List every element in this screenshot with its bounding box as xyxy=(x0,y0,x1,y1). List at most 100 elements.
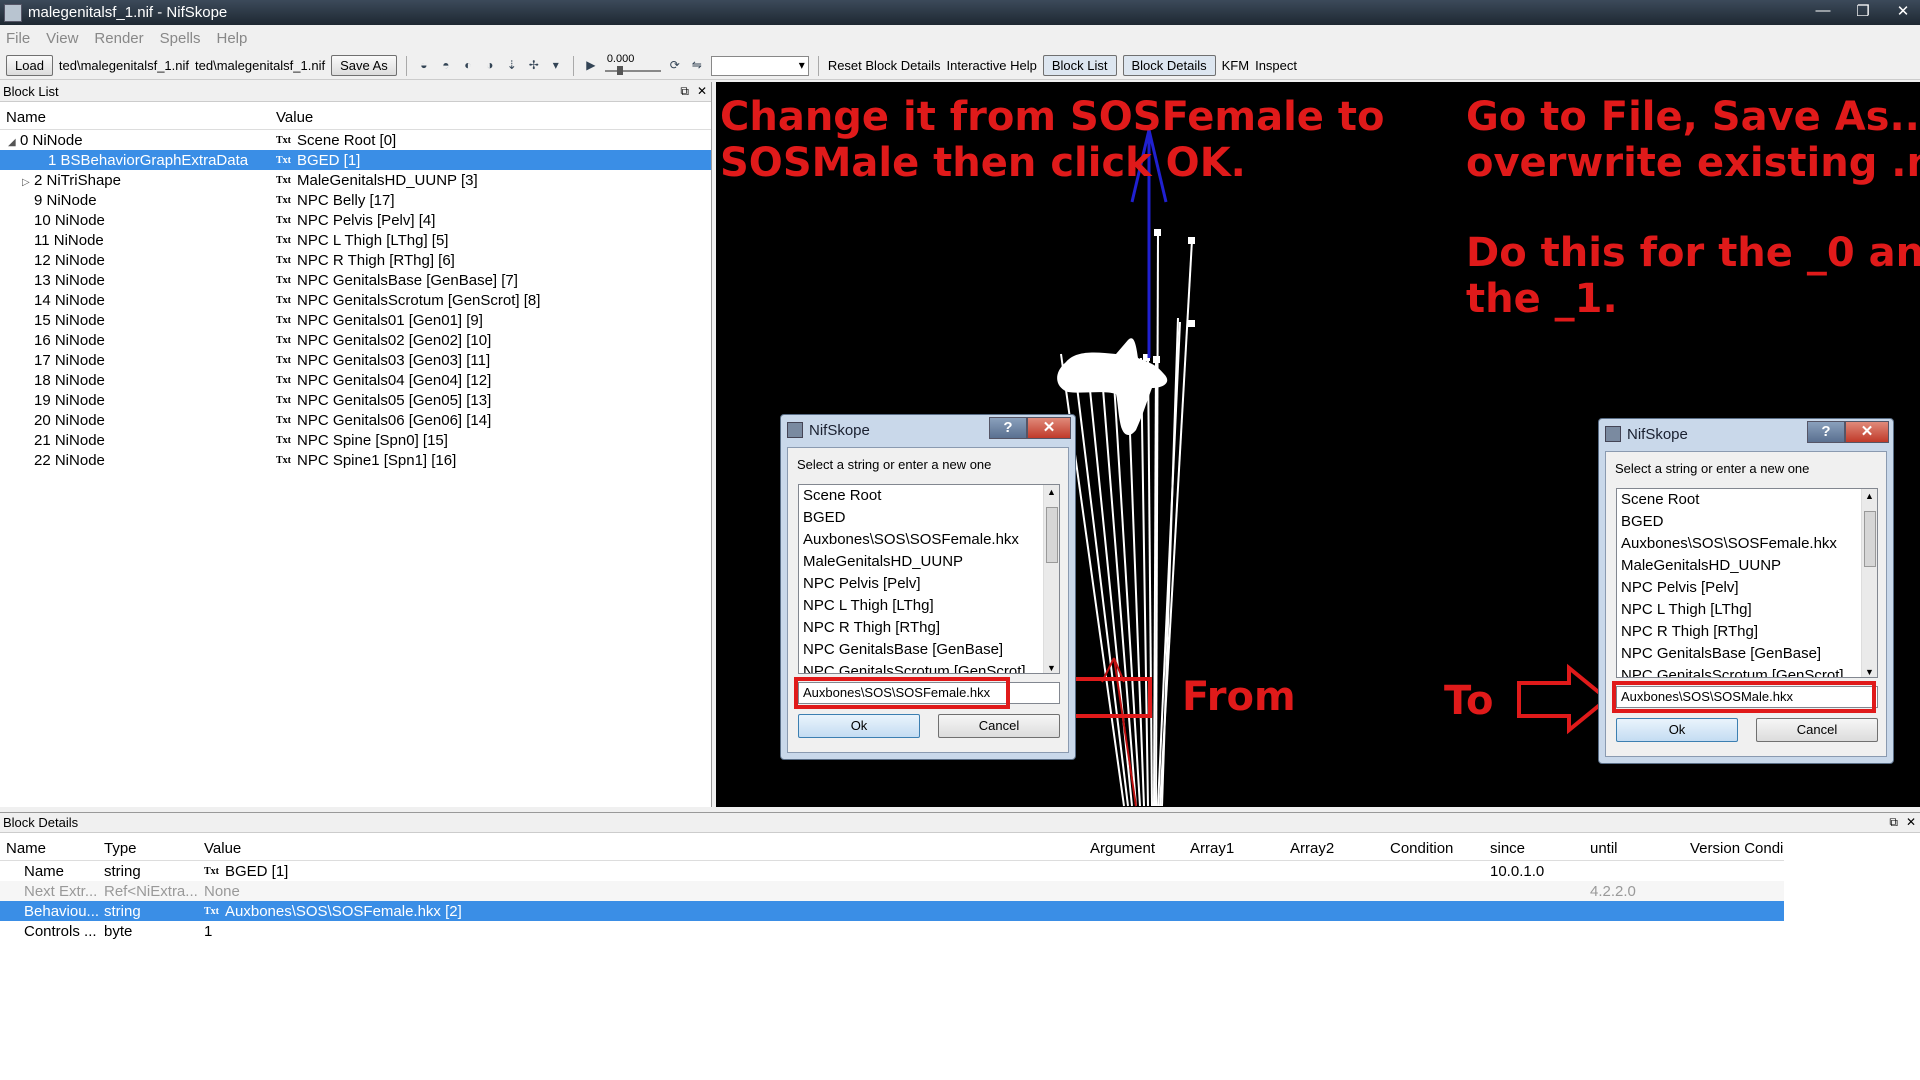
load-path-field[interactable]: ted\malegenitalsf_1.nif xyxy=(59,58,189,73)
tree-row[interactable]: 9 NiNode Txt NPC Belly [17] xyxy=(0,190,711,210)
tree-row[interactable]: 1 BSBehaviorGraphExtraData Txt BGED [1] xyxy=(0,150,711,170)
detail-value[interactable]: None xyxy=(200,883,1086,900)
save-as-button[interactable]: Save As xyxy=(331,55,397,76)
chevron-down-icon[interactable]: ▾ xyxy=(548,58,564,74)
list-item[interactable]: Scene Root xyxy=(799,485,1059,507)
column-value[interactable]: Value xyxy=(200,840,1086,857)
column-name[interactable]: Name xyxy=(0,109,276,126)
list-item[interactable]: NPC GenitalsScrotum [GenScrot] xyxy=(799,661,1059,673)
tree-row[interactable]: 14 NiNode Txt NPC GenitalsScrotum [GenScro… xyxy=(0,290,711,310)
menu-view[interactable]: View xyxy=(46,30,78,47)
kfm-button[interactable]: KFM xyxy=(1222,58,1249,73)
list-item[interactable]: Scene Root xyxy=(1617,489,1877,511)
list-item[interactable]: NPC GenitalsScrotum [GenScrot] xyxy=(1617,665,1877,677)
scroll-up-icon[interactable]: ▲ xyxy=(1865,491,1874,501)
scrollbar-thumb[interactable] xyxy=(1046,507,1058,563)
scroll-up-icon[interactable]: ▲ xyxy=(1047,487,1056,497)
cancel-button[interactable]: Cancel xyxy=(1756,718,1878,742)
reset-block-details-button[interactable]: Reset Block Details xyxy=(828,58,941,73)
tree-row[interactable]: 19 NiNode Txt NPC Genitals05 [Gen05] [13] xyxy=(0,390,711,410)
menu-spells[interactable]: Spells xyxy=(160,30,201,47)
close-icon[interactable]: ✕ xyxy=(1027,417,1071,439)
menu-file[interactable]: File xyxy=(6,30,30,47)
detail-value[interactable]: 1 xyxy=(200,923,1086,940)
detail-row[interactable]: Behaviou... string Txt Auxbones\SOS\SOSFema… xyxy=(0,901,1784,921)
expand-triangle-icon[interactable]: ▷ xyxy=(22,177,34,188)
close-icon[interactable]: ✕ xyxy=(697,84,707,99)
detail-row[interactable]: Name string Txt BGED [1] 10.0.1.0 xyxy=(0,861,1784,881)
expand-triangle-icon[interactable]: ◢ xyxy=(8,137,20,148)
column-value[interactable]: Value xyxy=(276,109,313,126)
list-item[interactable]: NPC L Thigh [LThg] xyxy=(1617,599,1877,621)
list-item[interactable]: NPC Pelvis [Pelv] xyxy=(799,573,1059,595)
column-until[interactable]: until xyxy=(1586,840,1686,857)
string-list[interactable]: Scene Root BGED Auxbones\SOS\SOSFemale.h… xyxy=(798,484,1060,674)
tree-row[interactable]: 17 NiNode Txt NPC Genitals03 [Gen03] [11] xyxy=(0,350,711,370)
float-panel-icon[interactable]: ⧉ xyxy=(680,84,689,99)
loop-icon[interactable]: ⟳ xyxy=(667,58,683,74)
list-item[interactable]: MaleGenitalsHD_UUNP xyxy=(799,551,1059,573)
list-item[interactable]: NPC L Thigh [LThg] xyxy=(799,595,1059,617)
list-item[interactable]: Auxbones\SOS\SOSFemale.hkx xyxy=(799,529,1059,551)
scroll-down-icon[interactable]: ▼ xyxy=(1047,663,1056,673)
detail-value[interactable]: Txt Auxbones\SOS\SOSFemale.hkx [2] xyxy=(200,903,1086,920)
column-array2[interactable]: Array2 xyxy=(1286,840,1386,857)
list-scrollbar[interactable]: ▲ ▼ xyxy=(1861,489,1877,677)
inspect-button[interactable]: Inspect xyxy=(1255,58,1297,73)
list-item[interactable]: NPC R Thigh [RThg] xyxy=(799,617,1059,639)
view-user-icon[interactable]: ⇣ xyxy=(504,58,520,74)
float-panel-icon[interactable]: ⧉ xyxy=(1889,815,1898,830)
detail-value[interactable]: Txt BGED [1] xyxy=(200,863,1086,880)
time-slider-handle[interactable] xyxy=(616,65,623,75)
tree-row[interactable]: ◢ 0 NiNode Txt Scene Root [0] xyxy=(0,130,711,150)
block-details-toggle[interactable]: Block Details xyxy=(1122,55,1216,76)
column-argument[interactable]: Argument xyxy=(1086,840,1186,857)
animation-select[interactable] xyxy=(710,55,809,76)
list-item[interactable]: BGED xyxy=(1617,511,1877,533)
detail-row[interactable]: Controls ... byte 1 xyxy=(0,921,1784,941)
move-icon[interactable]: ✢ xyxy=(526,58,542,74)
play-icon[interactable]: ▶ xyxy=(583,58,599,74)
tree-row[interactable]: ▷ 2 NiTriShape Txt MaleGenitalsHD_UUNP [3] xyxy=(0,170,711,190)
maximize-button[interactable]: ❐ xyxy=(1852,2,1874,20)
minimize-button[interactable]: — xyxy=(1812,2,1834,20)
tree-row[interactable]: 22 NiNode Txt NPC Spine1 [Spn1] [16] xyxy=(0,450,711,470)
tree-row[interactable]: 21 NiNode Txt NPC Spine [Spn0] [15] xyxy=(0,430,711,450)
interactive-help-button[interactable]: Interactive Help xyxy=(947,58,1037,73)
list-item[interactable]: Auxbones\SOS\SOSFemale.hkx xyxy=(1617,533,1877,555)
ok-button[interactable]: Ok xyxy=(798,714,920,738)
list-item[interactable]: MaleGenitalsHD_UUNP xyxy=(1617,555,1877,577)
column-since[interactable]: since xyxy=(1486,840,1586,857)
scroll-down-icon[interactable]: ▼ xyxy=(1865,667,1874,677)
column-type[interactable]: Type xyxy=(100,840,200,857)
list-item[interactable]: NPC GenitalsBase [GenBase] xyxy=(1617,643,1877,665)
list-item[interactable]: BGED xyxy=(799,507,1059,529)
tree-row[interactable]: 10 NiNode Txt NPC Pelvis [Pelv] [4] xyxy=(0,210,711,230)
close-window-button[interactable]: ✕ xyxy=(1892,2,1914,20)
string-list[interactable]: Scene Root BGED Auxbones\SOS\SOSFemale.h… xyxy=(1616,488,1878,678)
tree-row[interactable]: 16 NiNode Txt NPC Genitals02 [Gen02] [10] xyxy=(0,330,711,350)
scrollbar-thumb[interactable] xyxy=(1864,511,1876,567)
list-item[interactable]: NPC R Thigh [RThg] xyxy=(1617,621,1877,643)
column-version-condition[interactable]: Version Condi xyxy=(1686,840,1784,857)
list-item[interactable]: NPC GenitalsBase [GenBase] xyxy=(799,639,1059,661)
ok-button[interactable]: Ok xyxy=(1616,718,1738,742)
list-scrollbar[interactable]: ▲ ▼ xyxy=(1043,485,1059,673)
close-icon[interactable]: ✕ xyxy=(1845,421,1889,443)
view-side-icon[interactable]: ◑ xyxy=(482,58,498,74)
view-walk-icon[interactable]: ◒ xyxy=(416,58,432,74)
switch-icon[interactable]: ⇋ xyxy=(689,58,705,74)
block-list-toggle[interactable]: Block List xyxy=(1042,55,1117,76)
column-array1[interactable]: Array1 xyxy=(1186,840,1286,857)
help-icon[interactable]: ? xyxy=(989,417,1027,439)
detail-row[interactable]: Next Extr... Ref<NiExtra... None 4.2.2.0 xyxy=(0,881,1784,901)
save-path-field[interactable]: ted\malegenitalsf_1.nif xyxy=(195,58,325,73)
cancel-button[interactable]: Cancel xyxy=(938,714,1060,738)
tree-row[interactable]: 20 NiNode Txt NPC Genitals06 [Gen06] [14] xyxy=(0,410,711,430)
menu-help[interactable]: Help xyxy=(216,30,247,47)
render-viewport[interactable]: Change it from SOSFemale to SOSMale then… xyxy=(716,82,1920,807)
view-top-icon[interactable]: ◓ xyxy=(438,58,454,74)
help-icon[interactable]: ? xyxy=(1807,421,1845,443)
tree-row[interactable]: 13 NiNode Txt NPC GenitalsBase [GenBase] [… xyxy=(0,270,711,290)
tree-row[interactable]: 18 NiNode Txt NPC Genitals04 [Gen04] [12] xyxy=(0,370,711,390)
